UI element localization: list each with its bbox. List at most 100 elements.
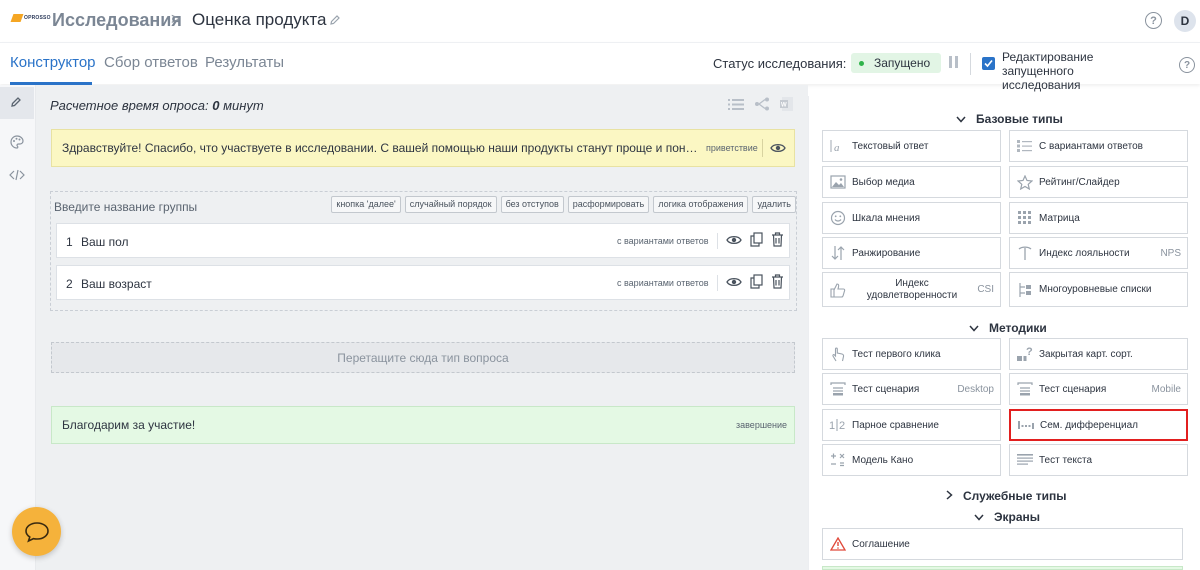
chevron-down-icon <box>974 510 984 524</box>
logo[interactable]: OPROSSO <box>10 14 51 22</box>
divider <box>717 233 718 249</box>
section-basic-types[interactable]: Базовые типы <box>956 112 1063 126</box>
logic-branch-icon[interactable] <box>754 97 770 114</box>
group-action-display-logic[interactable]: логика отображения <box>653 196 749 213</box>
list-icon <box>1015 138 1035 154</box>
trash-icon[interactable] <box>771 232 784 250</box>
finish-screen-block[interactable]: Благодарим за участие! завершение <box>51 406 795 444</box>
tile-label: Тест сценария <box>852 383 920 395</box>
section-methods[interactable]: Методики <box>969 321 1047 335</box>
word-export-icon[interactable]: W <box>780 96 794 115</box>
tab-results[interactable]: Результаты <box>205 54 284 71</box>
kano-icon <box>828 452 848 468</box>
tile-suffix: Desktop <box>957 383 994 395</box>
type-multilevel-lists[interactable]: Многоуровневые списки <box>1009 272 1188 307</box>
section-service-types[interactable]: Служебные типы <box>946 489 1066 503</box>
svg-text:a: a <box>834 142 840 153</box>
group-action-no-indent[interactable]: без отступов <box>500 196 564 213</box>
type-media-choice[interactable]: Выбор медиа <box>822 166 1001 198</box>
logo-mark <box>10 14 24 22</box>
palette-icon[interactable] <box>9 134 25 153</box>
edit-title-pencil-icon[interactable] <box>329 14 341 29</box>
chat-button[interactable] <box>12 507 61 556</box>
tile-label: Индекс удовлетворенности <box>866 277 958 301</box>
code-icon[interactable] <box>9 169 25 184</box>
eye-icon[interactable] <box>770 142 786 157</box>
eye-icon[interactable] <box>726 234 742 249</box>
type-first-click-test[interactable]: Тест первого клика <box>822 338 1001 370</box>
warning-icon <box>828 536 848 552</box>
breadcrumb-studies[interactable]: Исследования <box>52 10 182 31</box>
question-dropzone[interactable]: Перетащите сюда тип вопроса <box>51 342 795 373</box>
logo-text: OPROSSO <box>24 15 51 21</box>
tile-label: Закрытая карт. сорт. <box>1039 348 1133 360</box>
pencil-icon[interactable] <box>9 95 23 112</box>
card-sort-icon: ? <box>1015 346 1035 362</box>
group-name-input[interactable]: Введите название группы <box>54 200 197 214</box>
page-title: Оценка продукта <box>192 10 327 29</box>
tile-label: Модель Кано <box>852 454 914 466</box>
tile-label: Матрица <box>1039 212 1080 224</box>
type-agreement[interactable]: Соглашение <box>822 528 1183 560</box>
tile-label: Рейтинг/Слайдер <box>1039 176 1120 188</box>
user-avatar[interactable]: D <box>1174 10 1196 32</box>
group-action-delete[interactable]: удалить <box>752 196 796 213</box>
question-type: с вариантами ответов <box>617 278 709 288</box>
text-icon: a <box>828 138 848 154</box>
section-screens[interactable]: Экраны <box>974 510 1040 524</box>
trash-icon[interactable] <box>771 274 784 292</box>
divider <box>717 275 718 291</box>
type-text-test[interactable]: Тест текста <box>1009 444 1188 476</box>
svg-text:1: 1 <box>829 420 835 432</box>
type-csi[interactable]: Индекс удовлетворенности CSI <box>822 272 1001 307</box>
welcome-screen-block[interactable]: Здравствуйте! Спасибо, что участвуете в … <box>51 129 795 167</box>
type-multiple-choice[interactable]: С вариантами ответов <box>1009 130 1188 162</box>
tile-label: Ранжирование <box>852 247 921 259</box>
status-dot-icon <box>859 60 864 66</box>
eye-icon[interactable] <box>726 276 742 291</box>
question-text: Ваш пол <box>81 235 129 249</box>
copy-icon[interactable] <box>750 274 763 292</box>
question-row[interactable]: 2 Ваш возраст с вариантами ответов <box>56 265 790 300</box>
type-kano-model[interactable]: Модель Кано <box>822 444 1001 476</box>
type-semantic-differential[interactable]: Сем. дифференциал <box>1009 409 1188 441</box>
tile-label: Тест первого клика <box>852 348 941 360</box>
type-nps[interactable]: Индекс лояльности NPS <box>1009 237 1188 269</box>
tab-responses[interactable]: Сбор ответов <box>104 54 198 71</box>
help-icon[interactable]: ? <box>1145 12 1162 29</box>
welcome-text: Здравствуйте! Спасибо, что участвуете в … <box>62 141 702 155</box>
question-group: Введите название группы кнопка 'далее' с… <box>50 191 797 311</box>
tab-constructor[interactable]: Конструктор <box>10 54 96 71</box>
group-action-random-order[interactable]: случайный порядок <box>404 196 497 213</box>
type-opinion-scale[interactable]: Шкала мнения <box>822 202 1001 234</box>
svg-text:2: 2 <box>839 420 845 432</box>
grid-icon <box>1015 210 1035 226</box>
constructor-canvas: Расчетное время опроса: 0 минут W Здравс… <box>36 85 808 570</box>
question-row[interactable]: 1 Ваш пол с вариантами ответов <box>56 223 790 258</box>
group-action-next-button[interactable]: кнопка 'далее' <box>331 196 401 213</box>
copy-icon[interactable] <box>750 232 763 250</box>
list-view-icon[interactable] <box>728 98 744 114</box>
thumb-icon <box>828 282 848 298</box>
type-scenario-test-mobile[interactable]: Тест сценария Mobile <box>1009 373 1188 405</box>
image-icon <box>828 174 848 190</box>
chevron-down-icon <box>969 321 979 335</box>
type-ranking[interactable]: Ранжирование <box>822 237 1001 269</box>
svg-text:W: W <box>781 103 787 109</box>
type-pair-comparison[interactable]: 12 Парное сравнение <box>822 409 1001 441</box>
group-action-ungroup[interactable]: расформировать <box>567 196 650 213</box>
sort-icon <box>828 245 848 261</box>
type-text-answer[interactable]: a Текстовый ответ <box>822 130 1001 162</box>
type-scenario-test-desktop[interactable]: Тест сценария Desktop <box>822 373 1001 405</box>
edit-running-label: Редактирование запущенного исследования <box>1002 50 1094 92</box>
type-closed-card-sort[interactable]: ? Закрытая карт. сорт. <box>1009 338 1188 370</box>
edit-help-icon[interactable]: ? <box>1179 57 1195 73</box>
est-time-prefix: Расчетное время опроса: <box>50 98 209 113</box>
tree-icon <box>1015 282 1035 298</box>
tile-label: Индекс лояльности <box>1039 247 1130 259</box>
edit-running-checkbox[interactable] <box>982 57 995 70</box>
pause-icon[interactable] <box>949 56 958 68</box>
type-matrix[interactable]: Матрица <box>1009 202 1188 234</box>
type-rating-slider[interactable]: Рейтинг/Слайдер <box>1009 166 1188 198</box>
question-type: с вариантами ответов <box>617 236 709 246</box>
